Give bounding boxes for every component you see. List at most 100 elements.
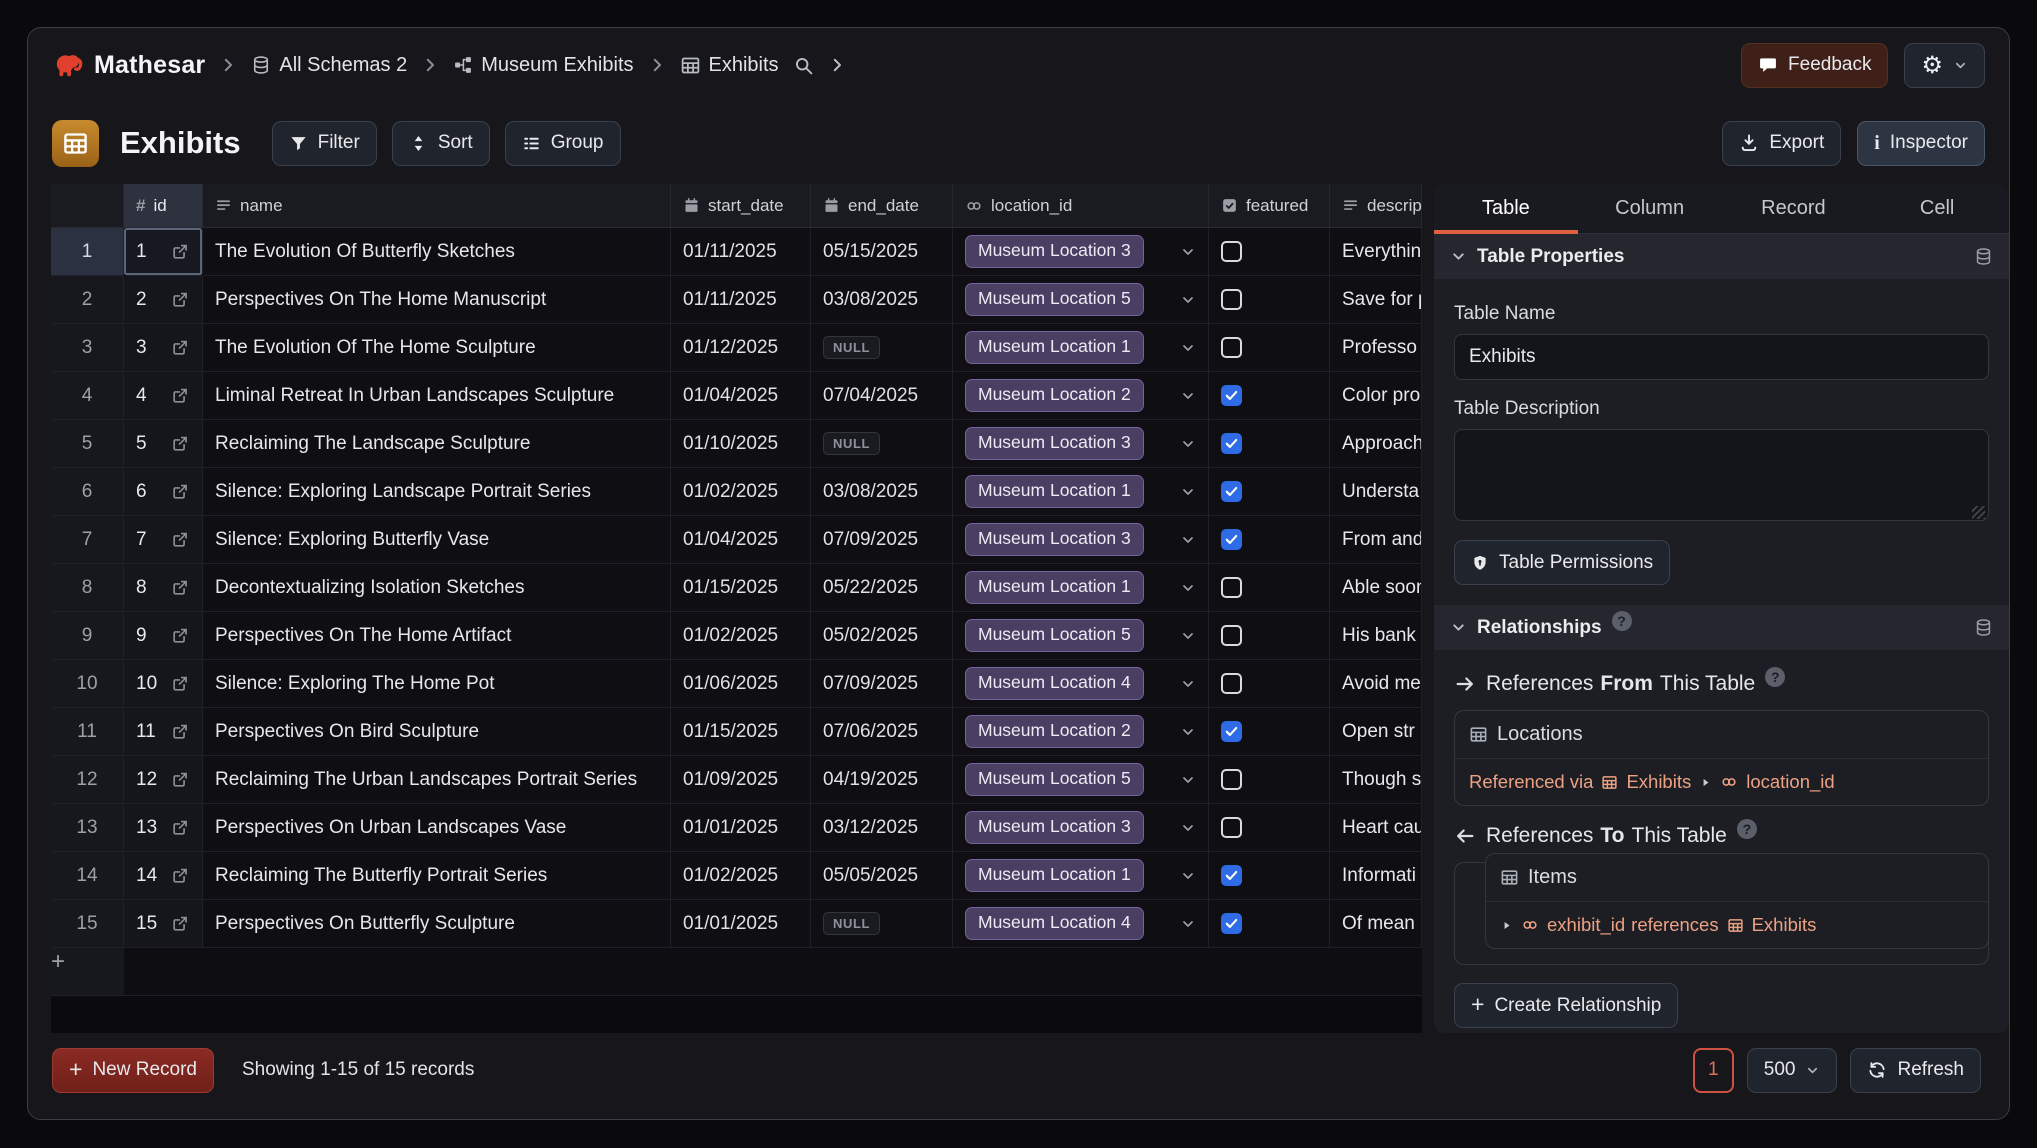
cell-name[interactable]: Perspectives On The Home Artifact [203, 612, 671, 660]
cell-id[interactable]: 11 [124, 708, 203, 756]
cell-name[interactable]: Perspectives On Urban Landscapes Vase [203, 804, 671, 852]
open-record-button[interactable] [171, 914, 190, 933]
cell-id[interactable]: 1 [124, 228, 203, 276]
cell-start-date[interactable]: 01/02/2025 [671, 852, 811, 900]
cell-location-id[interactable]: Museum Location 1 [953, 852, 1209, 900]
cell-description[interactable]: Informati [1330, 852, 1422, 900]
chevron-down-icon[interactable] [1180, 676, 1196, 692]
cell-end-date[interactable]: 07/04/2025 [811, 372, 953, 420]
cell-name[interactable]: Silence: Exploring Landscape Portrait Se… [203, 468, 671, 516]
refresh-button[interactable]: Refresh [1850, 1048, 1981, 1093]
cell-description[interactable]: Open str [1330, 708, 1422, 756]
help-icon[interactable]: ? [1612, 611, 1632, 631]
open-record-button[interactable] [171, 770, 190, 789]
featured-checkbox[interactable] [1221, 865, 1242, 886]
cell-location-id[interactable]: Museum Location 3 [953, 804, 1209, 852]
cell-start-date[interactable]: 01/10/2025 [671, 420, 811, 468]
row-number[interactable]: 1 [51, 228, 124, 276]
cell-description[interactable]: Save for p [1330, 276, 1422, 324]
tab-cell[interactable]: Cell [1865, 184, 2009, 233]
column-header-name[interactable]: name [203, 184, 671, 228]
chevron-down-icon[interactable] [1180, 820, 1196, 836]
location-record-pill[interactable]: Museum Location 3 [965, 235, 1144, 268]
breadcrumb-table[interactable]: Exhibits [680, 54, 779, 77]
open-record-button[interactable] [171, 242, 190, 261]
location-record-pill[interactable]: Museum Location 2 [965, 379, 1144, 412]
cell-name[interactable]: Reclaiming The Urban Landscapes Portrait… [203, 756, 671, 804]
row-number[interactable]: 6 [51, 468, 124, 516]
open-record-button[interactable] [171, 386, 190, 405]
featured-checkbox[interactable] [1221, 913, 1242, 934]
cell-start-date[interactable]: 01/04/2025 [671, 372, 811, 420]
column-header-location-id[interactable]: location_id [953, 184, 1209, 228]
cell-end-date[interactable]: 07/06/2025 [811, 708, 953, 756]
cell-id[interactable]: 15 [124, 900, 203, 948]
cell-featured[interactable] [1209, 228, 1330, 276]
cell-location-id[interactable]: Museum Location 5 [953, 612, 1209, 660]
cell-id[interactable]: 2 [124, 276, 203, 324]
cell-location-id[interactable]: Museum Location 3 [953, 228, 1209, 276]
cell-featured[interactable] [1209, 564, 1330, 612]
row-number[interactable]: 10 [51, 660, 124, 708]
table-permissions-button[interactable]: Table Permissions [1454, 540, 1670, 585]
page-size-select[interactable]: 500 [1747, 1048, 1838, 1093]
row-number[interactable]: 7 [51, 516, 124, 564]
cell-end-date[interactable]: 05/22/2025 [811, 564, 953, 612]
cell-location-id[interactable]: Museum Location 2 [953, 372, 1209, 420]
open-record-button[interactable] [171, 434, 190, 453]
open-record-button[interactable] [171, 290, 190, 309]
location-record-pill[interactable]: Museum Location 4 [965, 667, 1144, 700]
search-icon[interactable] [793, 55, 814, 76]
cell-id[interactable]: 10 [124, 660, 203, 708]
settings-menu-button[interactable]: ⚙ [1904, 43, 1985, 88]
open-record-button[interactable] [171, 818, 190, 837]
cell-end-date[interactable]: 05/02/2025 [811, 612, 953, 660]
chevron-down-icon[interactable] [1180, 580, 1196, 596]
brand[interactable]: Mathesar [52, 49, 205, 81]
cell-description[interactable]: Approach [1330, 420, 1422, 468]
breadcrumb-database[interactable]: All Schemas 2 [251, 54, 407, 77]
open-record-button[interactable] [171, 626, 190, 645]
cell-description[interactable]: Avoid me [1330, 660, 1422, 708]
cell-featured[interactable] [1209, 276, 1330, 324]
export-button[interactable]: Export [1722, 121, 1841, 166]
table-name-input[interactable] [1454, 334, 1989, 380]
cell-end-date[interactable]: 03/08/2025 [811, 468, 953, 516]
featured-checkbox[interactable] [1221, 721, 1242, 742]
cell-start-date[interactable]: 01/15/2025 [671, 564, 811, 612]
cell-featured[interactable] [1209, 900, 1330, 948]
section-relationships[interactable]: Relationships ? [1434, 605, 2009, 650]
location-record-pill[interactable]: Museum Location 5 [965, 283, 1144, 316]
cell-location-id[interactable]: Museum Location 4 [953, 660, 1209, 708]
cell-description[interactable]: Though s [1330, 756, 1422, 804]
cell-description[interactable]: Of mean [1330, 900, 1422, 948]
row-number[interactable]: 5 [51, 420, 124, 468]
chevron-down-icon[interactable] [1180, 436, 1196, 452]
table-description-input[interactable] [1454, 429, 1989, 521]
column-header-description[interactable]: descrip [1330, 184, 1422, 228]
chevron-down-icon[interactable] [1180, 484, 1196, 500]
breadcrumb-schema[interactable]: Museum Exhibits [453, 54, 633, 77]
cell-end-date[interactable]: 05/15/2025 [811, 228, 953, 276]
reference-link-row[interactable]: Referenced via Exhibits location_id [1455, 759, 1988, 805]
column-header-start-date[interactable]: start_date [671, 184, 811, 228]
cell-name[interactable]: Decontextualizing Isolation Sketches [203, 564, 671, 612]
row-number[interactable]: 14 [51, 852, 124, 900]
sort-button[interactable]: Sort [392, 121, 490, 166]
chevron-down-icon[interactable] [1180, 868, 1196, 884]
row-number[interactable]: 8 [51, 564, 124, 612]
cell-start-date[interactable]: 01/11/2025 [671, 228, 811, 276]
location-record-pill[interactable]: Museum Location 3 [965, 811, 1144, 844]
chevron-down-icon[interactable] [1180, 724, 1196, 740]
chevron-down-icon[interactable] [1180, 772, 1196, 788]
featured-checkbox[interactable] [1221, 577, 1242, 598]
cell-start-date[interactable]: 01/04/2025 [671, 516, 811, 564]
column-header-id[interactable]: #id [124, 184, 203, 228]
featured-checkbox[interactable] [1221, 529, 1242, 550]
create-relationship-button[interactable]: + Create Relationship [1454, 983, 1678, 1028]
cell-start-date[interactable]: 01/11/2025 [671, 276, 811, 324]
location-record-pill[interactable]: Museum Location 2 [965, 715, 1144, 748]
cell-featured[interactable] [1209, 516, 1330, 564]
cell-featured[interactable] [1209, 468, 1330, 516]
cell-start-date[interactable]: 01/01/2025 [671, 804, 811, 852]
